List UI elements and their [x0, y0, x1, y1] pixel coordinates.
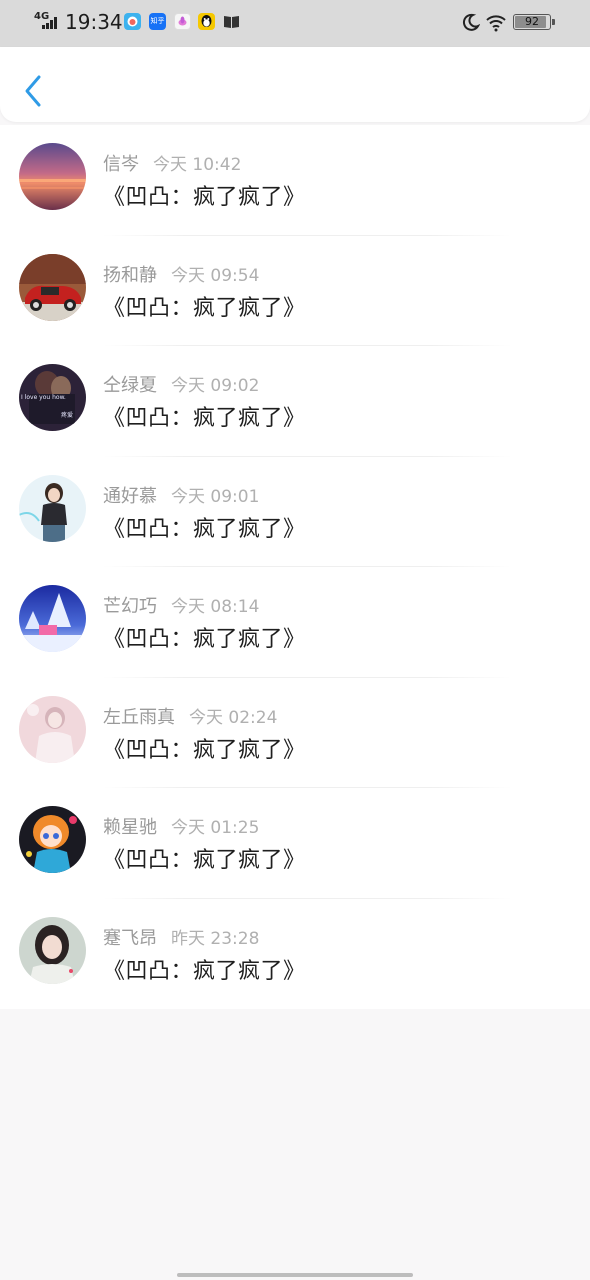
message-text: 《凹凸：疯了疯了》 [103, 406, 306, 431]
list-item[interactable]: I love you how. 疼爱 仝绿夏 今天 09:02 《凹凸：疯了疯了》 [0, 346, 590, 457]
message-time: 昨天 23:28 [171, 928, 260, 949]
message-time: 今天 09:02 [171, 376, 260, 396]
portrait-avatar[interactable] [19, 916, 86, 984]
chevron-left-icon [25, 75, 41, 107]
avatar-caption: I love you how. [21, 394, 66, 401]
nav-bar [0, 47, 590, 122]
message-time: 今天 09:01 [171, 486, 260, 507]
pink-portrait-avatar[interactable] [19, 695, 86, 763]
message-meta: 蹇飞昂 昨天 23:28 [103, 924, 259, 950]
sender-name: 扬和静 [103, 264, 157, 286]
status-bar: 4G 19:34 知乎 92 [0, 0, 590, 47]
sunset-avatar[interactable] [19, 143, 86, 210]
message-text: 《凹凸：疯了疯了》 [103, 627, 306, 652]
battery-icon: 92 [513, 14, 551, 30]
qq-icon [198, 13, 215, 30]
book-icon [223, 13, 240, 30]
message-meta: 左丘雨真 今天 02:24 [103, 703, 277, 729]
message-text: 《凹凸：疯了疯了》 [103, 516, 306, 542]
list-item[interactable]: 信岑 今天 10:42 《凹凸：疯了疯了》 [0, 125, 590, 236]
sender-name: 通好慕 [103, 485, 157, 507]
list-item[interactable]: 芒幻巧 今天 08:14 《凹凸：疯了疯了》 [0, 567, 590, 678]
sender-name: 左丘雨真 [103, 706, 175, 728]
message-time: 今天 10:42 [153, 155, 242, 175]
message-meta: 仝绿夏 今天 09:02 [103, 371, 259, 397]
message-text: 《凹凸：疯了疯了》 [103, 958, 306, 984]
list-item[interactable]: 蹇飞昂 昨天 23:28 《凹凸：疯了疯了》 [0, 899, 590, 1010]
list-item[interactable]: 赖星驰 今天 01:25 《凹凸：疯了疯了》 [0, 788, 590, 899]
couple-avatar[interactable]: I love you how. 疼爱 [19, 364, 86, 431]
message-time: 今天 02:24 [189, 707, 278, 728]
weather-icon [124, 13, 141, 30]
message-time: 今天 08:14 [171, 597, 260, 617]
home-indicator[interactable] [177, 1273, 413, 1277]
battery-tip [552, 19, 555, 25]
message-text: 《凹凸：疯了疯了》 [103, 848, 306, 873]
sender-name: 仝绿夏 [103, 375, 157, 396]
list-item[interactable]: 通好慕 今天 09:01 《凹凸：疯了疯了》 [0, 457, 590, 567]
sender-name: 蹇飞昂 [103, 927, 157, 949]
moon-icon [462, 12, 481, 36]
lotus-icon [174, 13, 191, 30]
wifi-icon [485, 12, 507, 36]
message-time: 今天 01:25 [171, 818, 260, 838]
message-meta: 扬和静 今天 09:54 [103, 261, 259, 287]
battery-percentage: 92 [525, 15, 539, 28]
girl-avatar[interactable] [19, 474, 86, 542]
signal-icon [42, 17, 60, 29]
zhihu-icon: 知乎 [149, 13, 166, 30]
message-text: 《凹凸：疯了疯了》 [103, 295, 306, 321]
anime-girl-avatar[interactable] [19, 806, 86, 873]
message-text: 《凹凸：疯了疯了》 [103, 737, 306, 763]
status-time: 19:34 [65, 10, 123, 34]
message-meta: 芒幻巧 今天 08:14 [103, 592, 259, 618]
sender-name: 芒幻巧 [103, 596, 157, 617]
back-button[interactable] [18, 73, 48, 109]
sender-name: 信岑 [103, 154, 139, 175]
sender-name: 赖星驰 [103, 817, 157, 838]
avatar-caption-cn: 疼爱 [61, 411, 73, 419]
message-meta: 信岑 今天 10:42 [103, 150, 241, 176]
list-item[interactable]: 扬和静 今天 09:54 《凹凸：疯了疯了》 [0, 236, 590, 346]
message-meta: 通好慕 今天 09:01 [103, 482, 259, 508]
list-item[interactable]: 左丘雨真 今天 02:24 《凹凸：疯了疯了》 [0, 678, 590, 788]
message-list: 信岑 今天 10:42 《凹凸：疯了疯了》 扬和静 今天 09:54 《凹凸：疯了疯… [0, 125, 590, 1009]
message-text: 《凹凸：疯了疯了》 [103, 185, 306, 210]
red-car-avatar[interactable] [19, 253, 86, 321]
winter-night-avatar[interactable] [19, 585, 86, 652]
message-meta: 赖星驰 今天 01:25 [103, 813, 259, 839]
message-time: 今天 09:54 [171, 265, 260, 286]
